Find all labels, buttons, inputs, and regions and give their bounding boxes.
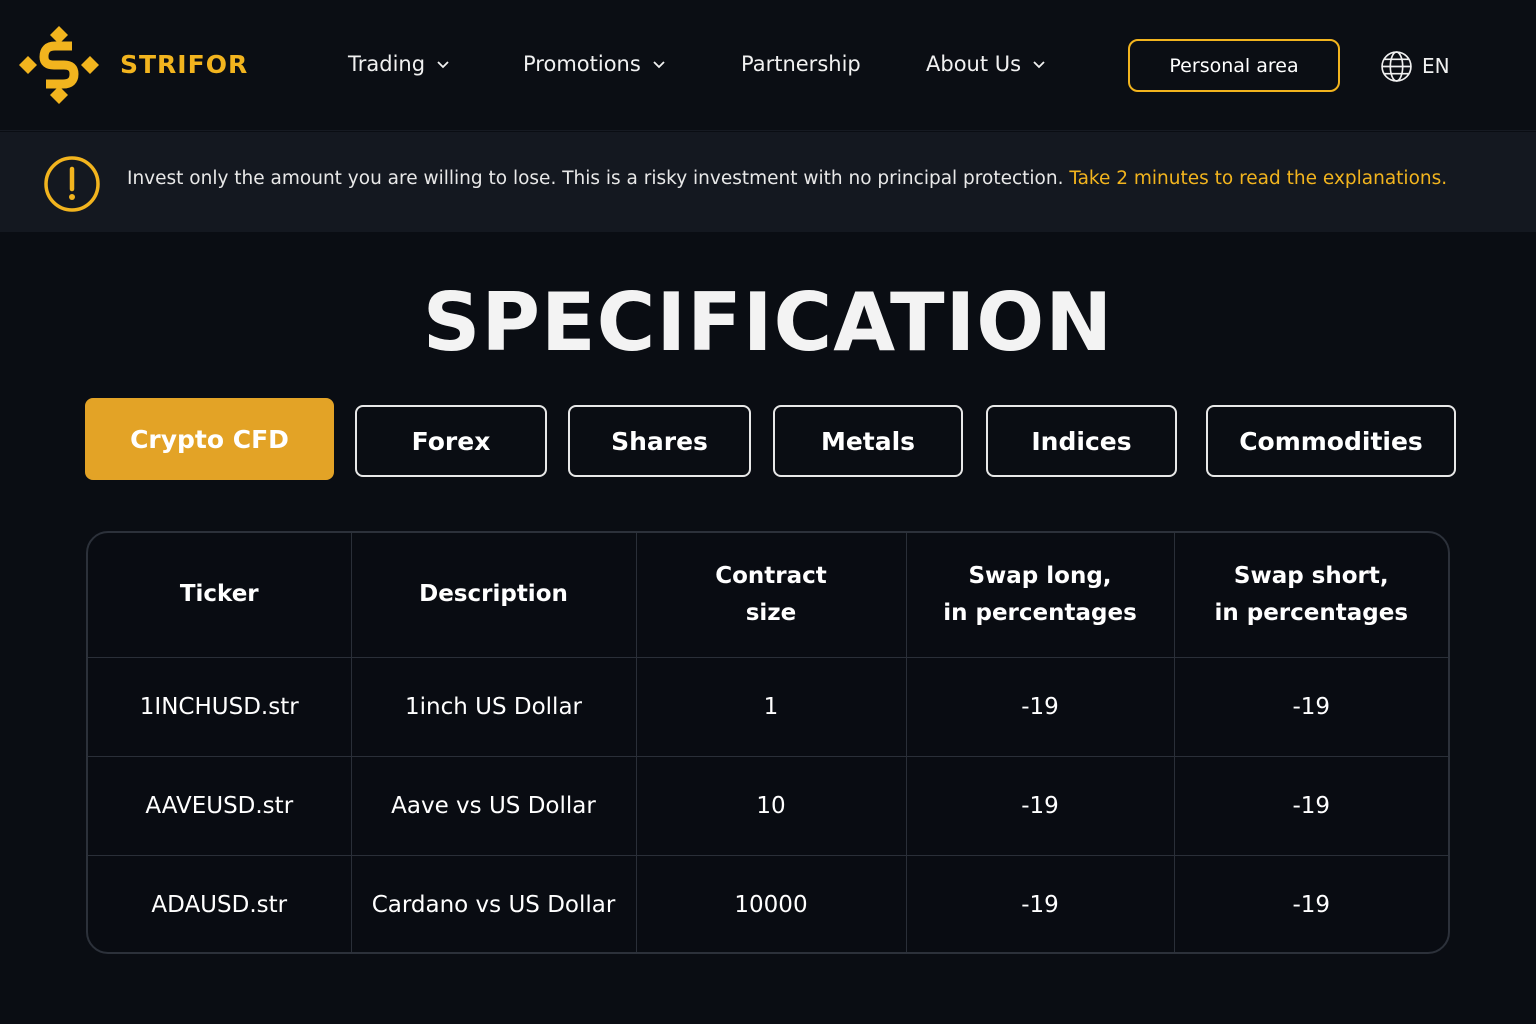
nav-trading[interactable]: Trading bbox=[348, 52, 451, 76]
cell-description: Aave vs US Dollar bbox=[350, 755, 637, 856]
cell-swap-long: -19 bbox=[905, 755, 1175, 856]
cell-swap-short: -19 bbox=[1173, 755, 1448, 856]
language-selector[interactable]: EN bbox=[1380, 48, 1450, 84]
tab-metals[interactable]: Metals bbox=[773, 405, 963, 477]
header-ticker: Ticker bbox=[88, 533, 352, 658]
personal-area-button[interactable]: Personal area bbox=[1128, 39, 1340, 92]
page: STRIFOR Trading Promotions Partnership A… bbox=[0, 0, 1536, 1024]
table-row: 1INCHUSD.str 1inch US Dollar 1 -19 -19 bbox=[88, 656, 1448, 757]
nav-about-us[interactable]: About Us bbox=[926, 52, 1047, 76]
cell-swap-short: -19 bbox=[1173, 854, 1448, 952]
chevron-down-icon bbox=[653, 61, 665, 69]
cell-swap-long: -19 bbox=[905, 854, 1175, 952]
risk-warning-text: Invest only the amount you are willing t… bbox=[127, 168, 1447, 189]
exclamation-circle-icon bbox=[44, 156, 100, 212]
risk-warning-message: Invest only the amount you are willing t… bbox=[127, 168, 1064, 189]
nav-promotions[interactable]: Promotions bbox=[523, 52, 667, 76]
tab-forex[interactable]: Forex bbox=[355, 405, 547, 477]
nav-trading-label: Trading bbox=[348, 52, 426, 76]
site-header: STRIFOR Trading Promotions Partnership A… bbox=[0, 0, 1536, 131]
header-contract-size: Contract size bbox=[635, 533, 907, 658]
header-description: Description bbox=[350, 533, 637, 658]
table-row: ADAUSD.str Cardano vs US Dollar 10000 -1… bbox=[88, 854, 1448, 952]
read-explanations-link[interactable]: Take 2 minutes to read the explanations. bbox=[1069, 168, 1447, 189]
cell-ticker: 1INCHUSD.str bbox=[88, 656, 352, 757]
table-row: AAVEUSD.str Aave vs US Dollar 10 -19 -19 bbox=[88, 755, 1448, 856]
header-swap-short: Swap short, in percentages bbox=[1173, 533, 1448, 658]
cell-contract-size: 10 bbox=[635, 755, 907, 856]
cell-contract-size: 1 bbox=[635, 656, 907, 757]
cell-swap-long: -19 bbox=[905, 656, 1175, 757]
tab-commodities[interactable]: Commodities bbox=[1206, 405, 1456, 477]
chevron-down-icon bbox=[437, 61, 449, 69]
tab-indices[interactable]: Indices bbox=[986, 405, 1177, 477]
tab-shares[interactable]: Shares bbox=[568, 405, 751, 477]
cell-swap-short: -19 bbox=[1173, 656, 1448, 757]
chevron-down-icon bbox=[1033, 61, 1045, 69]
nav-partnership[interactable]: Partnership bbox=[741, 52, 861, 76]
tab-crypto-cfd[interactable]: Crypto CFD bbox=[85, 398, 334, 480]
cell-description: 1inch US Dollar bbox=[350, 656, 637, 757]
cell-description: Cardano vs US Dollar bbox=[350, 854, 637, 952]
cell-ticker: ADAUSD.str bbox=[88, 854, 352, 952]
header-swap-long: Swap long, in percentages bbox=[905, 533, 1175, 658]
nav-about-us-label: About Us bbox=[926, 52, 1022, 76]
page-title: SPECIFICATION bbox=[422, 276, 1114, 369]
globe-icon bbox=[1381, 50, 1412, 82]
language-code: EN bbox=[1422, 54, 1450, 78]
table-header-row: Ticker Description Contract size Swap lon… bbox=[88, 533, 1448, 658]
nav-promotions-label: Promotions bbox=[523, 52, 641, 76]
nav-partnership-label: Partnership bbox=[741, 52, 861, 76]
cell-contract-size: 10000 bbox=[635, 854, 907, 952]
cell-ticker: AAVEUSD.str bbox=[88, 755, 352, 856]
strifor-logo-icon[interactable] bbox=[18, 24, 100, 106]
specification-table: Ticker Description Contract size Swap lon… bbox=[86, 531, 1450, 954]
brand-name[interactable]: STRIFOR bbox=[120, 50, 248, 79]
